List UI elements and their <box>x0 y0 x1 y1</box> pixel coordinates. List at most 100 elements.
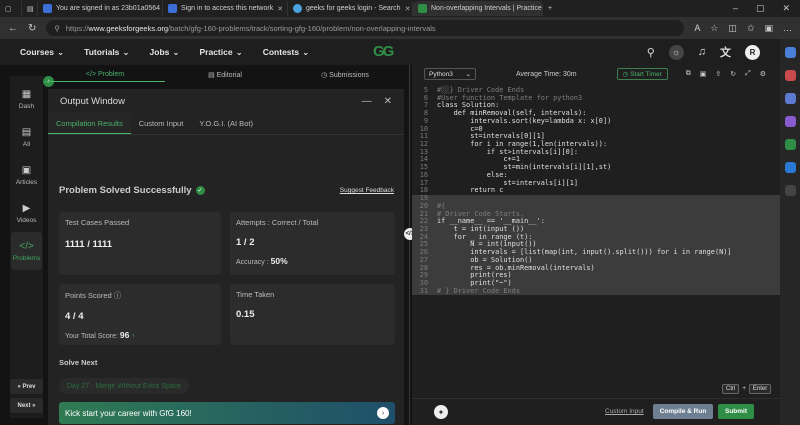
tab-overview[interactable]: ▤ <box>22 1 38 16</box>
search-favicon-icon <box>293 4 302 13</box>
tab-problem[interactable]: </> Problem <box>45 68 165 82</box>
tools-icon[interactable] <box>784 93 796 104</box>
save-icon[interactable]: ▣ <box>700 70 707 78</box>
translate-icon[interactable]: 文 <box>720 44 731 60</box>
upload-icon[interactable]: ⇪ <box>715 70 721 78</box>
tab-custom-input[interactable]: Custom Input <box>131 113 192 134</box>
nav-contests[interactable]: Contests ⌄ <box>263 47 310 58</box>
prev-button[interactable]: « Prev <box>10 379 43 394</box>
sidebar-item-articles[interactable]: ▣ Articles <box>11 156 42 194</box>
url-field[interactable]: ⚲ https://www.geeksforgeeks.org/batch/gf… <box>46 20 685 36</box>
new-tab-button[interactable]: + <box>543 1 561 16</box>
next-problem-link[interactable]: Day 27 - Merge Without Extra Space <box>59 378 189 394</box>
shopping-icon[interactable] <box>784 70 796 81</box>
sidebar-item-all[interactable]: ▤ All <box>11 118 42 156</box>
back-icon[interactable]: ← <box>8 23 18 34</box>
attempts-value: 1 / 2 <box>236 237 255 248</box>
problem-tabs: </> Problem ▤ Editorial ◷ Submissions <box>45 68 405 82</box>
chevron-right-icon[interactable]: › <box>377 407 389 419</box>
check-circle-icon: ✓ <box>195 186 205 195</box>
minimize-icon[interactable]: – <box>733 3 738 14</box>
url-host: www.geeksforgeeks.org <box>88 23 169 33</box>
solve-next-heading: Solve Next <box>59 358 98 367</box>
start-timer-button[interactable]: ◷ Start Timer <box>616 68 668 80</box>
browser-tab-3-active[interactable]: Non-overlapping Intervals | Practice ✕ <box>413 1 543 16</box>
split-screen-icon[interactable]: ◫ <box>728 23 737 34</box>
tab-yogi-bot[interactable]: Y.O.G.I. (AI Bot) <box>191 113 261 134</box>
close-icon[interactable]: ✕ <box>384 96 392 107</box>
reset-icon[interactable]: ↻ <box>730 70 736 78</box>
close-window-icon[interactable]: ✕ <box>782 3 790 14</box>
sidebar-item-dash[interactable]: ▦ Dash <box>11 80 42 118</box>
nav-practice[interactable]: Practice ⌄ <box>200 47 243 58</box>
tab-favicon-icon <box>43 4 52 13</box>
next-button[interactable]: Next » <box>10 398 43 413</box>
collections-icon[interactable]: ▣ <box>764 23 773 34</box>
output-window: Output Window — ✕ Compilation Results Cus… <box>48 89 404 425</box>
test-cases-value: 1111 / 1111 <box>65 239 113 250</box>
avatar[interactable]: R <box>745 44 760 60</box>
arrow-up-icon: ↑ <box>131 333 135 340</box>
favorite-icon[interactable]: ☆ <box>710 23 718 34</box>
attempts-card: Attempts : Correct / Total 1 / 2 Accurac… <box>230 212 395 275</box>
favorites-icon[interactable]: ✩ <box>747 23 755 34</box>
outlook-icon[interactable] <box>784 162 796 173</box>
close-icon[interactable]: ✕ <box>405 5 411 13</box>
tab-compilation-results[interactable]: Compilation Results <box>48 113 131 134</box>
browser-tab-0[interactable]: You are signed in as 23b01a0564 ✕ <box>38 1 163 16</box>
nav-icons: ⚲ ☼ ♫ 文 R <box>647 44 760 60</box>
code-line[interactable]: 18 return c <box>412 187 780 195</box>
chevron-down-icon: ⌄ <box>465 71 471 78</box>
sidebar-item-videos[interactable]: ▶ Videos <box>11 194 42 232</box>
info-icon: ⓘ <box>113 291 122 300</box>
reload-icon[interactable]: ↻ <box>28 23 36 34</box>
settings-icon[interactable]: ⚙ <box>760 70 766 78</box>
copy-icon[interactable]: ⧉ <box>686 70 691 78</box>
browser-tab-1[interactable]: Sign in to access this network ✕ <box>163 1 288 16</box>
submit-button[interactable]: Submit <box>718 404 754 419</box>
teams-icon[interactable] <box>784 139 796 150</box>
tab-actions[interactable]: ▢ <box>0 1 22 16</box>
code-editor-panel: Python3 ⌄ Average Time: 30m ◷ Start Timer… <box>412 65 780 425</box>
sidebar-item-problems[interactable]: </> Problems <box>11 232 42 270</box>
close-icon[interactable]: ✕ <box>277 5 283 13</box>
panel-divider[interactable] <box>409 65 410 425</box>
nav-courses[interactable]: Courses ⌄ <box>20 47 64 58</box>
nav-tutorials[interactable]: Tutorials ⌄ <box>84 47 129 58</box>
add-icon[interactable] <box>784 185 796 196</box>
grid-icon: ▤ <box>21 126 32 138</box>
language-select[interactable]: Python3 ⌄ <box>424 68 476 80</box>
browser-tab-2[interactable]: geeks for geeks login - Search ✕ <box>288 1 413 16</box>
suggest-feedback-link[interactable]: Suggest Feedback <box>340 187 394 194</box>
minimize-icon[interactable]: — <box>362 96 372 107</box>
gfg-logo[interactable]: GG <box>373 43 394 60</box>
editor-footer: ✦ Custom Input Compile & Run Submit <box>412 398 780 425</box>
tab-submissions[interactable]: ◷ Submissions <box>285 68 405 82</box>
nav-jobs[interactable]: Jobs ⌄ <box>150 47 180 58</box>
left-sidebar: ▦ Dash ▤ All ▣ Articles ▶ Videos </> Problems <box>10 76 43 418</box>
notification-bell-icon[interactable]: ♫ <box>698 46 706 58</box>
custom-input-link[interactable]: Custom Input <box>605 408 644 415</box>
theme-toggle-icon[interactable]: ☼ <box>668 44 684 60</box>
fullscreen-icon[interactable]: ⤢ <box>745 70 751 78</box>
line-number: 31 <box>419 286 428 295</box>
lightbulb-icon[interactable]: ✦ <box>434 405 448 419</box>
code-line[interactable]: 31 # } Driver Code Ends <box>412 286 780 296</box>
more-icon[interactable]: … <box>783 23 792 34</box>
video-icon: ▶ <box>22 202 31 214</box>
browser-tab-bar: ▢ ▤ You are signed in as 23b01a0564 ✕ Si… <box>0 0 800 17</box>
search-icon[interactable] <box>784 47 796 58</box>
code-area[interactable]: 5 #░░} Driver Code Ends 6 #User function Te… <box>412 86 780 375</box>
browser-tools: A ☆ ◫ ✩ ▣ … <box>694 23 792 34</box>
tab-editorial[interactable]: ▤ Editorial <box>165 68 285 82</box>
maximize-icon[interactable]: ▢ <box>756 3 765 14</box>
gfg160-banner[interactable]: Kick start your career with GfG 160! › <box>59 402 395 424</box>
site-info-icon: ⚲ <box>54 23 60 33</box>
code-line[interactable]: 19 <box>412 194 780 203</box>
window-controls: – ▢ ✕ <box>733 3 800 14</box>
edge-sidebar <box>780 39 800 425</box>
games-icon[interactable] <box>784 116 796 127</box>
search-icon[interactable]: ⚲ <box>647 46 655 59</box>
compile-run-button[interactable]: Compile & Run <box>653 404 713 419</box>
read-aloud-icon[interactable]: A <box>694 23 700 34</box>
